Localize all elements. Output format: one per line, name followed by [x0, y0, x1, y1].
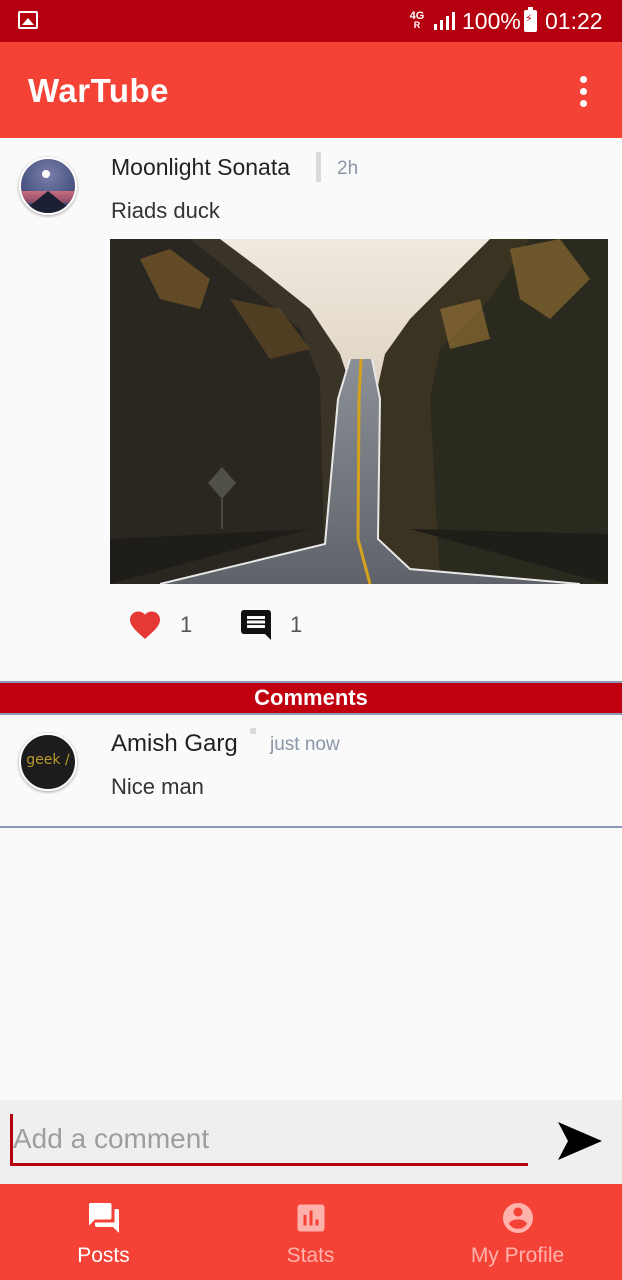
- post-separator: [316, 152, 321, 182]
- bottom-navigation: Posts Stats My Profile: [0, 1184, 622, 1280]
- comment-timestamp: just now: [270, 734, 340, 755]
- comment-author-name[interactable]: Amish Garg: [111, 730, 238, 758]
- nav-item-stats[interactable]: Stats: [207, 1184, 414, 1280]
- comment-text: Nice man: [111, 774, 204, 799]
- gallery-notification-icon: [18, 11, 38, 29]
- send-icon[interactable]: [556, 1120, 604, 1162]
- more-vert-icon[interactable]: [574, 74, 594, 108]
- post-timestamp: 2h: [337, 158, 359, 179]
- nav-item-posts[interactable]: Posts: [0, 1184, 207, 1280]
- nav-label-my-profile: My Profile: [470, 1244, 565, 1267]
- app-title: WarTube: [28, 72, 169, 109]
- nav-label-posts: Posts: [77, 1244, 130, 1267]
- signal-icon: [432, 12, 456, 30]
- comment-input[interactable]: [10, 1114, 528, 1166]
- post-image[interactable]: [110, 239, 608, 584]
- comment-separator: [250, 728, 256, 734]
- heart-icon[interactable]: [126, 607, 164, 643]
- comment-author-avatar[interactable]: geek /: [19, 733, 77, 791]
- post-author-avatar[interactable]: [19, 157, 77, 215]
- post-author-name[interactable]: Moonlight Sonata: [111, 154, 290, 181]
- status-bar: 4GR 100% 01:22: [0, 0, 622, 42]
- comments-header: Comments: [0, 681, 622, 715]
- status-clock: 01:22: [545, 8, 603, 34]
- forum-icon: [88, 1203, 119, 1233]
- nav-label-stats: Stats: [286, 1244, 335, 1267]
- post-text: Riads duck: [111, 198, 220, 223]
- comment-count: 1: [290, 612, 303, 637]
- comment-divider: [0, 826, 622, 828]
- nav-item-my-profile[interactable]: My Profile: [414, 1184, 621, 1280]
- bar-chart-icon: [297, 1204, 324, 1232]
- comment-icon[interactable]: [237, 607, 275, 643]
- battery-percent: 100%: [462, 8, 521, 34]
- account-circle-icon: [502, 1203, 533, 1233]
- network-indicator: 4G R: [409, 10, 425, 30]
- app-bar: WarTube: [0, 42, 622, 138]
- comment-composer: [0, 1100, 622, 1184]
- like-count: 1: [180, 612, 193, 637]
- battery-charging-icon: [524, 7, 537, 32]
